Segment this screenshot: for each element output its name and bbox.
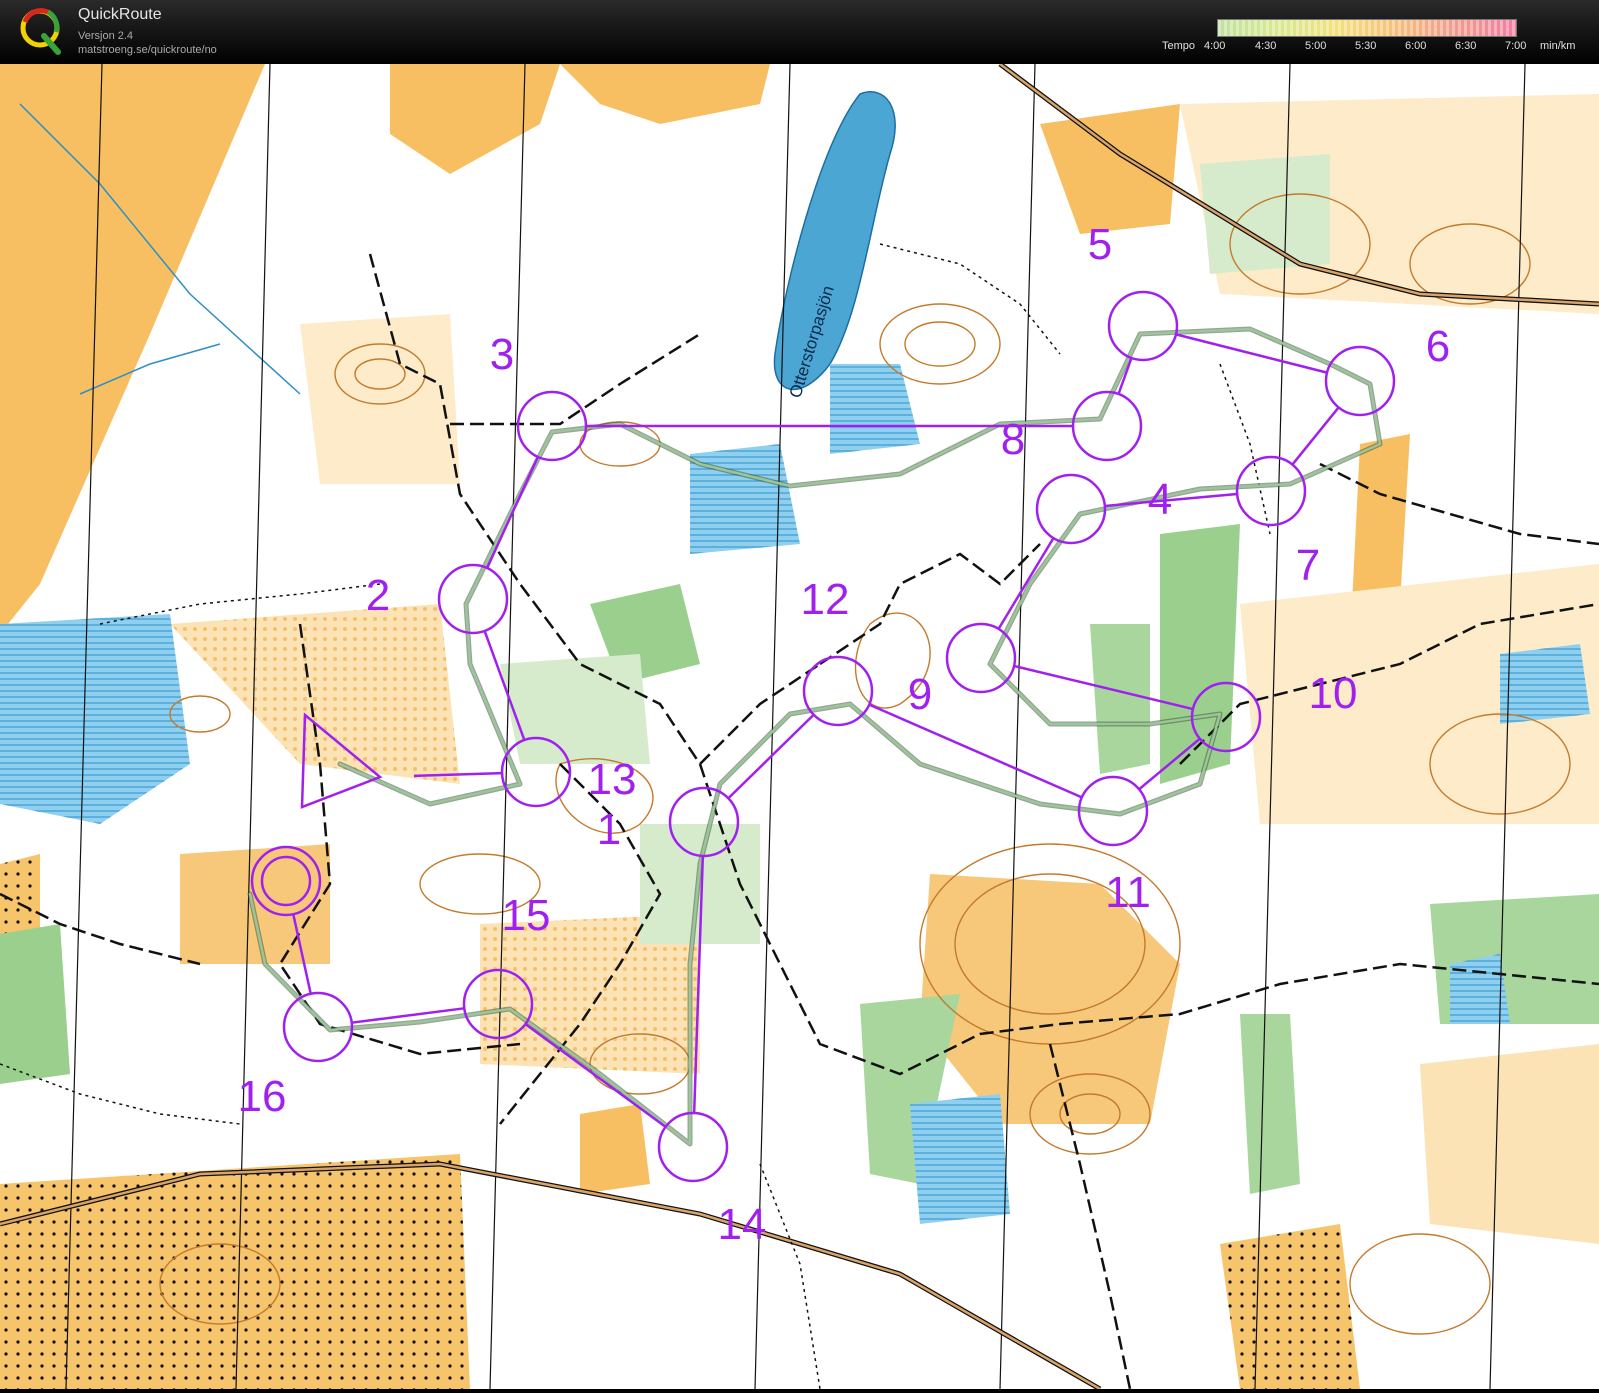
pace-tick: 4:30 bbox=[1255, 40, 1277, 52]
app-url: matstroeng.se/quickroute/no bbox=[78, 44, 217, 56]
pace-tick: 4:00 bbox=[1204, 40, 1226, 52]
control-number-10: 10 bbox=[1309, 669, 1358, 718]
app-name: QuickRoute bbox=[78, 6, 162, 23]
control-number-14: 14 bbox=[718, 1200, 767, 1249]
control-number-1: 1 bbox=[597, 805, 621, 854]
orienteering-map[interactable]: 1 2 3 4 5 6 7 8 9 10 11 12 13 14 15 16 Otterstorpasjön bbox=[0, 62, 1599, 1392]
control-number-13: 13 bbox=[588, 755, 637, 804]
control-number-12: 12 bbox=[801, 575, 850, 624]
control-number-8: 8 bbox=[1001, 415, 1025, 464]
control-number-5: 5 bbox=[1088, 220, 1112, 269]
control-number-6: 6 bbox=[1426, 322, 1450, 371]
control-number-15: 15 bbox=[502, 891, 551, 940]
pace-tick: 6:00 bbox=[1405, 40, 1427, 52]
map-canvas[interactable]: 123456789 10111213141516 Otterstorpasjön bbox=[0, 62, 1599, 1392]
control-number-16: 16 bbox=[238, 1072, 287, 1121]
control-number-9: 9 bbox=[908, 670, 932, 719]
control-number-7: 7 bbox=[1296, 541, 1320, 590]
pace-tick: 5:00 bbox=[1305, 40, 1327, 52]
control-number-2: 2 bbox=[366, 571, 390, 620]
control-number-11: 11 bbox=[1105, 868, 1151, 917]
quickroute-logo-icon bbox=[20, 8, 61, 55]
pace-unit: min/km bbox=[1540, 40, 1576, 52]
pace-tick: 7:00 bbox=[1505, 40, 1527, 52]
pace-tick: 5:30 bbox=[1355, 40, 1377, 52]
pace-color-bar bbox=[1217, 19, 1517, 37]
title-bar: QuickRoute Versjon 2.4 matstroeng.se/qui… bbox=[0, 0, 1599, 64]
app-version: Versjon 2.4 bbox=[78, 30, 134, 42]
pace-tick: 6:30 bbox=[1455, 40, 1477, 52]
control-number-3: 3 bbox=[490, 330, 514, 379]
pace-legend-label: Tempo bbox=[1162, 40, 1196, 52]
control-number-4: 4 bbox=[1148, 475, 1172, 524]
